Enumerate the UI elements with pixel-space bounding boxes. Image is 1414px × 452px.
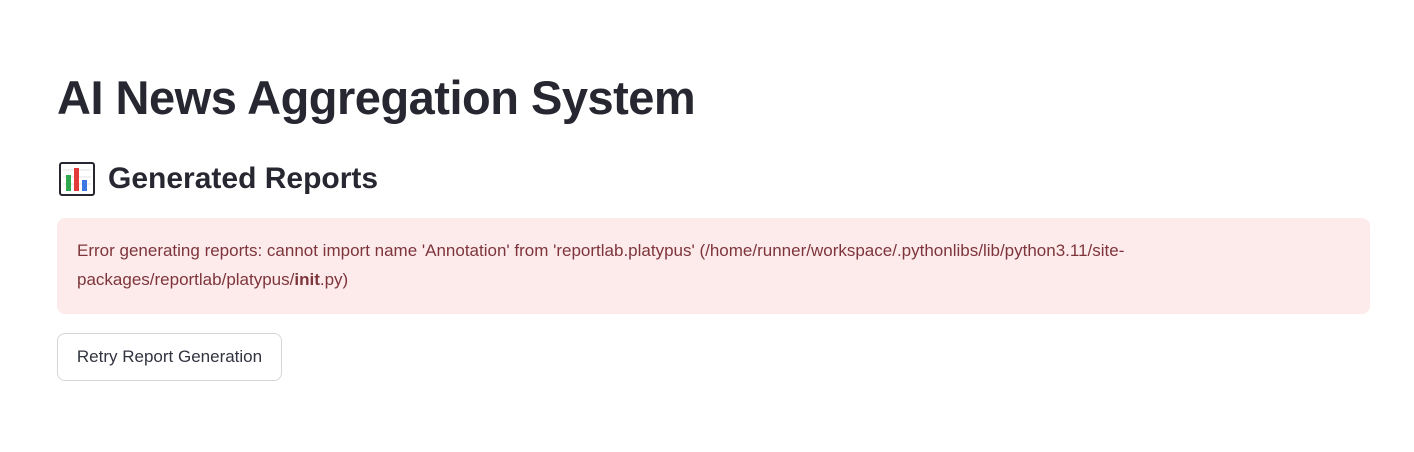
bar-chart-icon: [59, 162, 95, 196]
retry-report-generation-button[interactable]: Retry Report Generation: [57, 333, 282, 381]
error-message-prefix: Error generating reports: cannot import …: [77, 241, 1125, 289]
page-title: AI News Aggregation System: [57, 71, 696, 124]
section-header-label: Generated Reports: [108, 162, 379, 195]
section-header: Generated Reports: [59, 158, 378, 200]
error-message: Error generating reports: cannot import …: [77, 236, 1257, 294]
error-message-bold: init: [294, 270, 320, 289]
error-alert: Error generating reports: cannot import …: [57, 218, 1370, 314]
error-message-suffix: .py): [319, 270, 349, 289]
